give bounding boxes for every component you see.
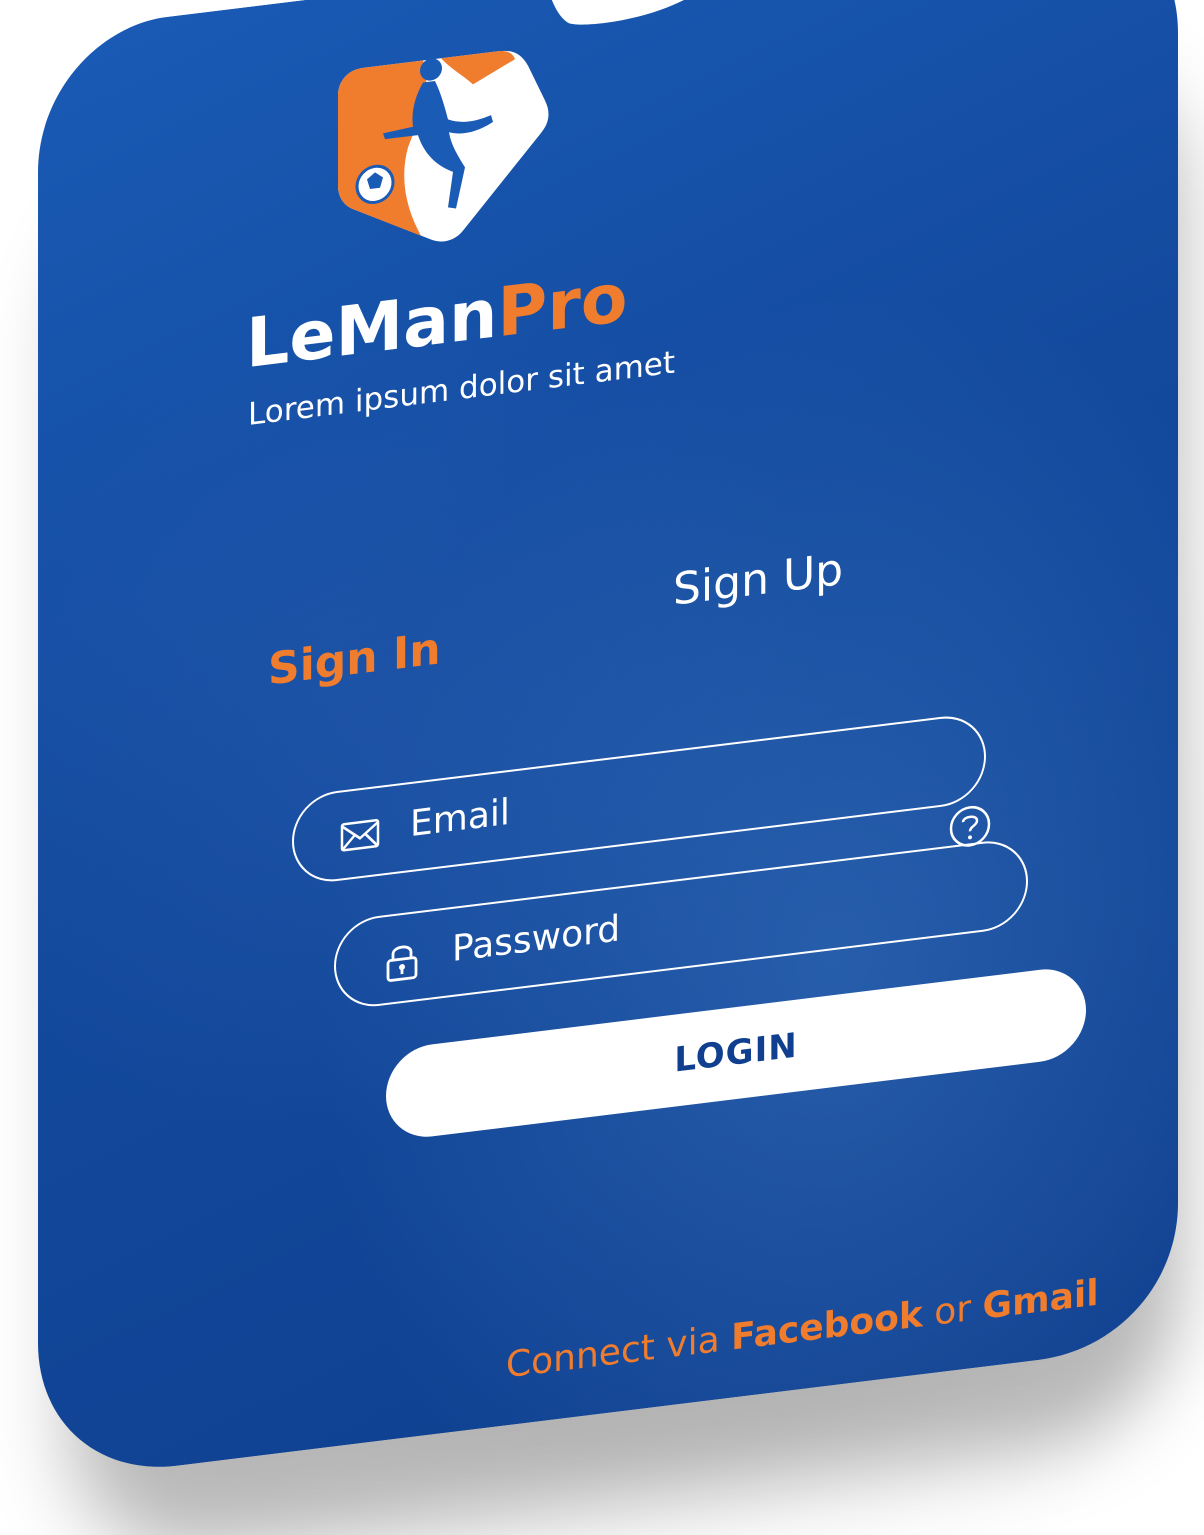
- brand-name-first: LeMan: [246, 274, 498, 385]
- email-placeholder: Email: [410, 791, 510, 846]
- connect-prefix: Connect via: [506, 1317, 732, 1387]
- social-connect: Connect via Facebook or Gmail: [506, 1273, 1099, 1387]
- app-screen: LeManPro Lorem ipsum dolor sit amet Sign…: [28, 0, 1178, 1504]
- gmail-link[interactable]: Gmail: [983, 1273, 1099, 1328]
- soccer-player-logo-icon: [323, 35, 553, 263]
- facebook-link[interactable]: Facebook: [731, 1294, 923, 1359]
- stage: LeManPro Lorem ipsum dolor sit amet Sign…: [0, 0, 1204, 1535]
- envelope-icon: [340, 814, 380, 857]
- brand-name-second: Pro: [497, 258, 628, 354]
- lock-icon: [382, 939, 422, 982]
- connect-middle: or: [922, 1286, 983, 1336]
- tab-sign-up[interactable]: Sign Up: [673, 544, 843, 616]
- tab-sign-in[interactable]: Sign In: [268, 623, 441, 695]
- app-logo: [323, 35, 553, 263]
- phone-mockup: LeManPro Lorem ipsum dolor sit amet Sign…: [28, 0, 1178, 1504]
- password-placeholder: Password: [452, 908, 621, 970]
- login-button-label: LOGIN: [674, 1025, 798, 1081]
